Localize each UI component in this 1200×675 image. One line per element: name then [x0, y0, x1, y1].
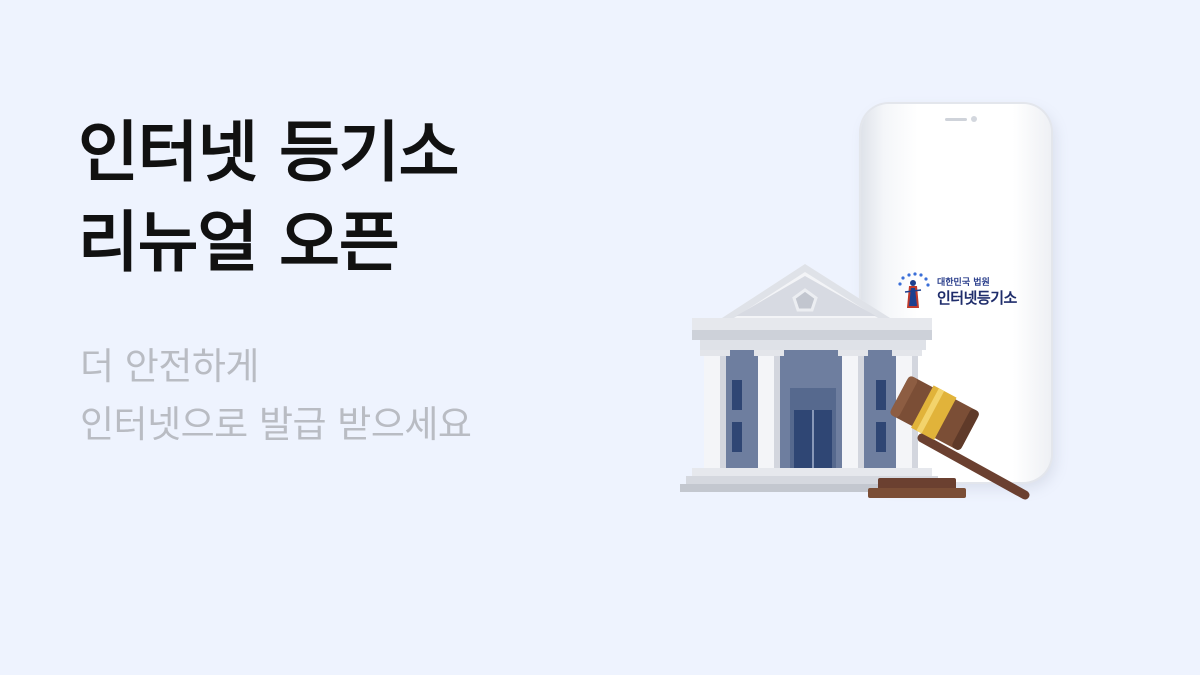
- headline: 인터넷 등기소 리뉴얼 오픈: [78, 108, 459, 288]
- subtext-line-2: 인터넷으로 발급 받으세요: [80, 403, 472, 446]
- gavel-icon: [868, 376, 1030, 500]
- headline-line-1: 인터넷 등기소: [78, 114, 459, 191]
- phone-camera: [971, 116, 977, 122]
- subtext: 더 안전하게 인터넷으로 발급 받으세요: [80, 338, 472, 454]
- app-court-label: 대한민국 법원: [937, 277, 990, 288]
- phone-speaker: [945, 118, 967, 121]
- banner: 인터넷 등기소 리뉴얼 오픈 더 안전하게 인터넷으로 발급 받으세요 대한민국: [0, 0, 1200, 675]
- headline-line-2: 리뉴얼 오픈: [78, 204, 400, 281]
- app-name: 인터넷등기소: [937, 288, 1017, 307]
- subtext-line-1: 더 안전하게: [80, 345, 259, 388]
